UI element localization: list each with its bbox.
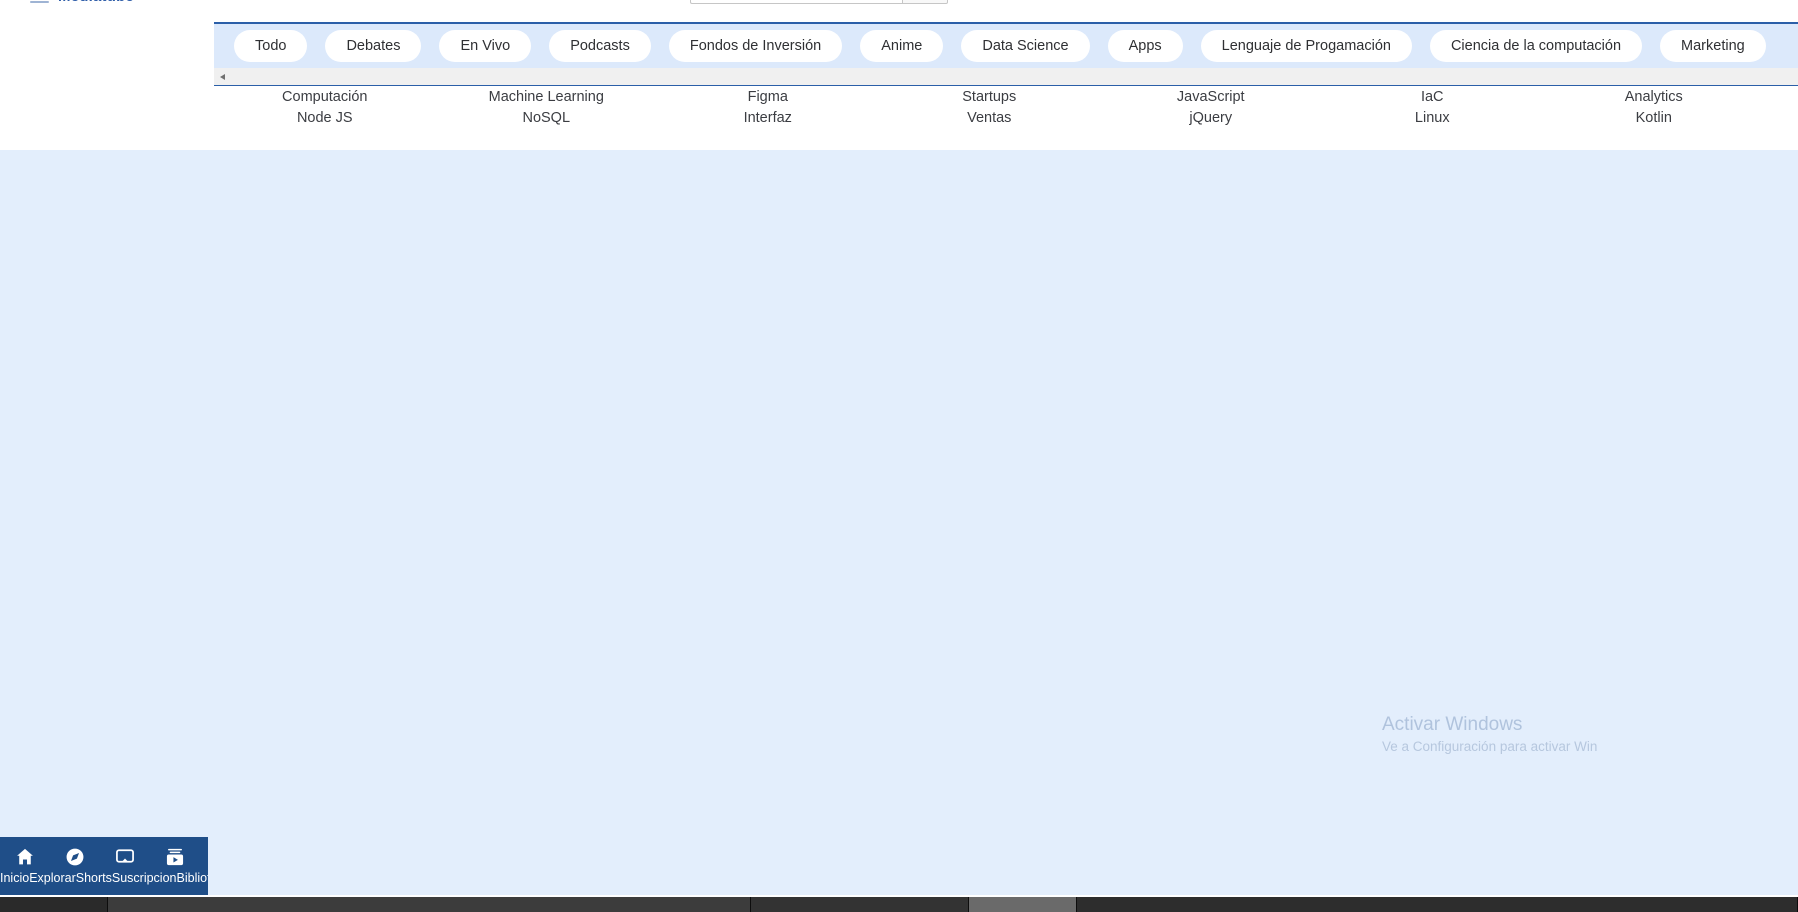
category-column: LenguajesJavaScriptjQuery <box>1100 86 1322 150</box>
taskbar-window-item[interactable] <box>751 897 969 912</box>
bottom-nav-item-suscripcion[interactable] <box>150 846 200 868</box>
category-column: InfraestructuraIaCLinux <box>1322 86 1544 150</box>
bottom-nav-label[interactable]: Inicio <box>0 869 29 887</box>
subscriptions-icon <box>166 848 184 866</box>
category-column: AnalíticaAnalyticsKotlin <box>1543 86 1765 150</box>
category-item[interactable]: Startups <box>962 87 1016 108</box>
category-grid: ProgramaciónComputaciónNode JSInteligenc… <box>214 86 1798 150</box>
bottom-nav-label[interactable]: Explorar <box>29 869 76 887</box>
windows-activation-watermark: Activar Windows Ve a Configuración para … <box>1362 712 1798 757</box>
main-content-canvas: Activar Windows Ve a Configuración para … <box>0 150 1798 895</box>
category-column: DiseñoFigmaInterfaz <box>657 86 879 150</box>
bottom-nav-label[interactable]: Suscripcion <box>112 869 177 887</box>
category-column: ProgramaciónComputaciónNode JS <box>214 86 436 150</box>
chip-debates[interactable]: Debates <box>325 30 422 62</box>
category-item[interactable]: NoSQL <box>522 108 570 129</box>
chip-en-vivo[interactable]: En Vivo <box>439 30 532 62</box>
bottom-nav-label-row: InicioExplorarShortsSuscripcionBibliotec… <box>0 869 208 887</box>
chip-apps[interactable]: Apps <box>1107 30 1183 62</box>
chip-fondos-de-inversi-n[interactable]: Fondos de Inversión <box>668 30 843 62</box>
bottom-nav-icon-row <box>0 837 208 869</box>
os-taskbar[interactable] <box>0 897 1798 912</box>
watermark-subtitle: Ve a Configuración para activar Win <box>1382 739 1598 754</box>
category-item[interactable]: Node JS <box>297 108 353 129</box>
taskbar-start-button[interactable] <box>0 897 108 912</box>
bottom-nav-item-shorts[interactable] <box>100 846 150 868</box>
chip-ciencia-de-la-computaci-n[interactable]: Ciencia de la computación <box>1429 30 1643 62</box>
category-item[interactable]: Analytics <box>1625 87 1683 108</box>
category-column: NegociosStartupsVentas <box>879 86 1101 150</box>
brand-wordmark: Mediatube <box>58 0 134 5</box>
taskbar-window-item[interactable] <box>108 897 751 912</box>
taskbar-tray-area[interactable] <box>1077 897 1798 912</box>
bottom-nav-item-biblioteca[interactable] <box>200 846 208 868</box>
category-item[interactable]: Computación <box>282 87 367 108</box>
chip-marketing[interactable]: Marketing <box>1660 30 1766 62</box>
scroll-left-arrow-icon[interactable] <box>214 68 231 85</box>
bottom-navigation-bar[interactable]: InicioExplorarShortsSuscripcionBibliotec… <box>0 837 208 895</box>
brand-logo-group[interactable]: Mediatube <box>30 0 134 6</box>
category-chip-bar[interactable]: Todo Debates En Vivo Podcasts Fondos de Inve… <box>214 22 1798 68</box>
horizontal-scrollbar[interactable] <box>214 68 1798 85</box>
category-column: InteligenciaMachine LearningNoSQL <box>436 86 658 150</box>
screencast-icon <box>116 849 134 863</box>
home-icon <box>17 848 33 865</box>
search-field-wrapper[interactable] <box>690 0 902 4</box>
chip-data-science[interactable]: Data Science <box>961 30 1090 62</box>
taskbar-window-item[interactable] <box>969 897 1077 912</box>
chip-todo[interactable]: Todo <box>234 30 308 62</box>
bottom-nav-item-inicio[interactable] <box>0 846 50 868</box>
bottom-nav-label[interactable]: Shorts <box>76 869 112 887</box>
category-item[interactable]: Machine Learning <box>489 87 604 108</box>
bottom-nav-item-explorar[interactable] <box>50 846 100 868</box>
hamburger-menu-icon[interactable] <box>30 0 49 3</box>
category-item[interactable]: IaC <box>1421 87 1444 108</box>
chip-podcasts[interactable]: Podcasts <box>549 30 651 62</box>
chip-anime[interactable]: Anime <box>860 30 944 62</box>
page-root: Mediatube Todo Debates En Vivo Podcasts Fond… <box>0 0 1798 912</box>
category-item[interactable]: Kotlin <box>1636 108 1672 129</box>
search-input[interactable] <box>691 0 902 3</box>
chip-lenguaje-de-progamaci-n[interactable]: Lenguaje de Progamación <box>1200 30 1412 62</box>
category-item[interactable]: Figma <box>748 87 788 108</box>
search-submit-button[interactable] <box>902 0 948 4</box>
category-item[interactable]: Interfaz <box>744 108 792 129</box>
compass-icon <box>66 848 84 866</box>
category-item[interactable]: jQuery <box>1189 108 1232 129</box>
watermark-title: Activar Windows <box>1382 714 1523 735</box>
bottom-nav-label[interactable]: Biblioteca <box>177 869 209 887</box>
category-item[interactable]: Ventas <box>967 108 1011 129</box>
category-item[interactable]: Linux <box>1415 108 1450 129</box>
app-header: Mediatube <box>0 0 1798 22</box>
category-item[interactable]: JavaScript <box>1177 87 1245 108</box>
